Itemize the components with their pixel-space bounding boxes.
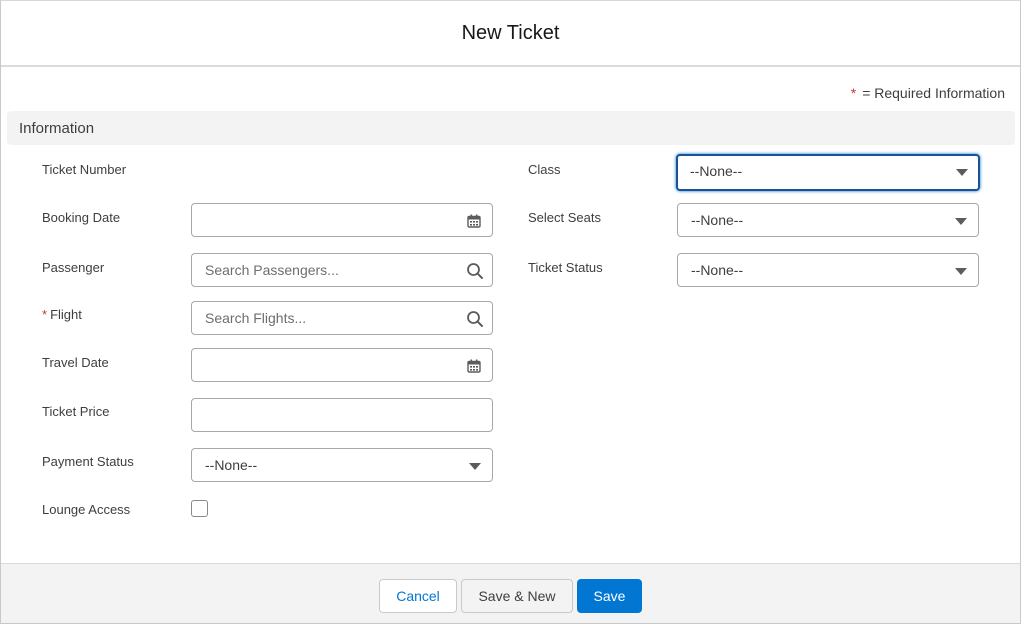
- section-title: Information: [19, 120, 95, 137]
- required-note-text: = Required Information: [862, 85, 1005, 101]
- flight-label: * Flight: [42, 307, 82, 322]
- payment-status-select[interactable]: --None--: [191, 448, 493, 482]
- search-icon: [467, 311, 483, 327]
- class-label: Class: [528, 162, 561, 177]
- chevron-down-icon: [955, 218, 967, 225]
- class-value: --None--: [690, 163, 743, 179]
- travel-date-label: Travel Date: [42, 355, 109, 370]
- modal-title: New Ticket: [461, 21, 560, 44]
- calendar-icon[interactable]: [467, 214, 481, 228]
- new-ticket-modal: New Ticket * = Required Information Infor…: [0, 0, 1021, 624]
- select-seats-label: Select Seats: [528, 210, 601, 225]
- flight-label-text: Flight: [50, 307, 82, 322]
- modal-header: New Ticket: [1, 1, 1020, 67]
- ticket-number-label: Ticket Number: [42, 162, 127, 177]
- chevron-down-icon: [955, 268, 967, 275]
- passenger-label: Passenger: [42, 260, 105, 275]
- section-header-information[interactable]: Information: [7, 111, 1015, 145]
- save-button[interactable]: Save: [577, 579, 642, 613]
- calendar-icon[interactable]: [467, 359, 481, 373]
- save-and-new-button[interactable]: Save & New: [461, 579, 573, 613]
- ticket-status-label: Ticket Status: [528, 260, 603, 275]
- chevron-down-icon: [469, 463, 481, 470]
- booking-date-input[interactable]: [191, 203, 493, 237]
- ticket-status-value: --None--: [691, 262, 744, 278]
- lounge-access-label: Lounge Access: [42, 502, 131, 517]
- search-icon: [467, 263, 483, 279]
- ticket-price-input[interactable]: [191, 398, 493, 432]
- required-information-note: * = Required Information: [851, 85, 1005, 101]
- lounge-access-checkbox[interactable]: [191, 500, 208, 517]
- passenger-placeholder: Search Passengers...: [205, 262, 339, 278]
- flight-required-star: *: [42, 307, 48, 322]
- flight-placeholder: Search Flights...: [205, 310, 307, 326]
- chevron-down-icon: [956, 169, 968, 176]
- passenger-search-input[interactable]: Search Passengers...: [191, 253, 493, 287]
- ticket-price-label: Ticket Price: [42, 404, 110, 419]
- payment-status-value: --None--: [205, 457, 258, 473]
- booking-date-label: Booking Date: [42, 210, 121, 225]
- travel-date-input[interactable]: [191, 348, 493, 382]
- select-seats-value: --None--: [691, 212, 744, 228]
- required-star: *: [850, 85, 857, 101]
- select-seats-select[interactable]: --None--: [677, 203, 979, 237]
- modal-footer: Cancel Save & New Save: [1, 563, 1020, 623]
- class-select[interactable]: --None--: [676, 154, 980, 191]
- ticket-status-select[interactable]: --None--: [677, 253, 979, 287]
- payment-status-label: Payment Status: [42, 454, 134, 469]
- flight-search-input[interactable]: Search Flights...: [191, 301, 493, 335]
- cancel-button[interactable]: Cancel: [379, 579, 457, 613]
